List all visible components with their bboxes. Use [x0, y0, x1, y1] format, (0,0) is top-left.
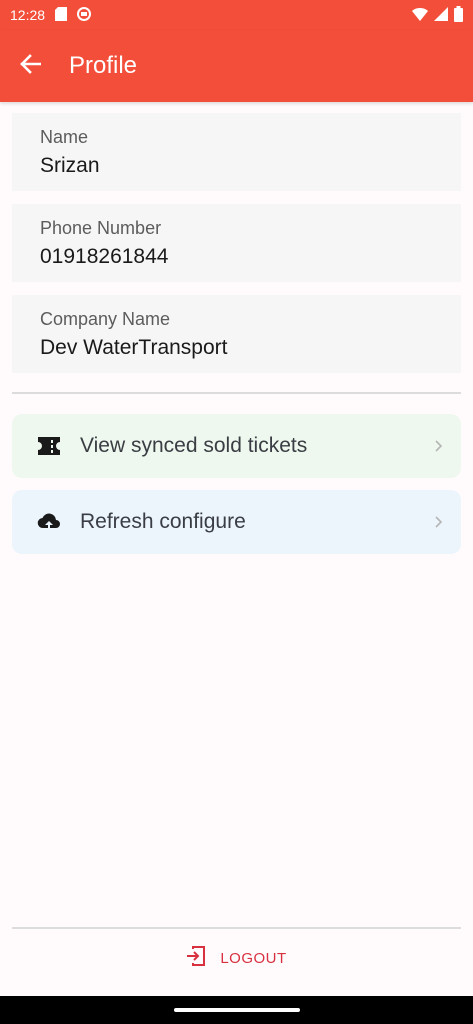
phone-card: Phone Number 01918261844: [12, 204, 461, 282]
refresh-configure-label: Refresh configure: [80, 510, 246, 533]
view-synced-tickets-button[interactable]: View synced sold tickets: [12, 414, 461, 478]
company-value: Dev WaterTransport: [40, 336, 228, 359]
app-bar: Profile: [0, 30, 473, 102]
name-label: Name: [40, 127, 89, 147]
wifi-icon: [412, 7, 428, 24]
chevron-right-icon: [433, 516, 445, 528]
view-synced-tickets-label: View synced sold tickets: [80, 434, 308, 457]
phone-value: 01918261844: [40, 245, 169, 268]
signal-icon: [434, 6, 448, 24]
battery-icon: [454, 5, 463, 25]
refresh-configure-button[interactable]: Refresh configure: [12, 490, 461, 554]
sd-card-icon: [55, 6, 68, 24]
section-divider: [12, 392, 461, 394]
status-bar: 12:28: [0, 0, 473, 30]
logout-icon: [186, 945, 206, 971]
status-time: 12:28: [10, 7, 46, 23]
notification-icon: [77, 6, 92, 24]
ticket-icon: [37, 434, 61, 458]
name-value: Srizan: [40, 154, 100, 177]
page-title: Profile: [69, 52, 138, 79]
system-navigation-bar: [0, 996, 473, 1024]
arrow-back-icon: [19, 53, 42, 79]
logout-label: LOGOUT: [220, 949, 287, 967]
cloud-upload-icon: [37, 510, 61, 534]
back-button[interactable]: [0, 30, 64, 102]
home-gesture-handle[interactable]: [174, 1008, 300, 1012]
chevron-right-icon: [433, 440, 445, 452]
logout-button[interactable]: LOGOUT: [0, 929, 473, 987]
company-card: Company Name Dev WaterTransport: [12, 295, 461, 373]
name-card: Name Srizan: [12, 113, 461, 191]
phone-label: Phone Number: [40, 218, 162, 238]
company-label: Company Name: [40, 309, 171, 329]
